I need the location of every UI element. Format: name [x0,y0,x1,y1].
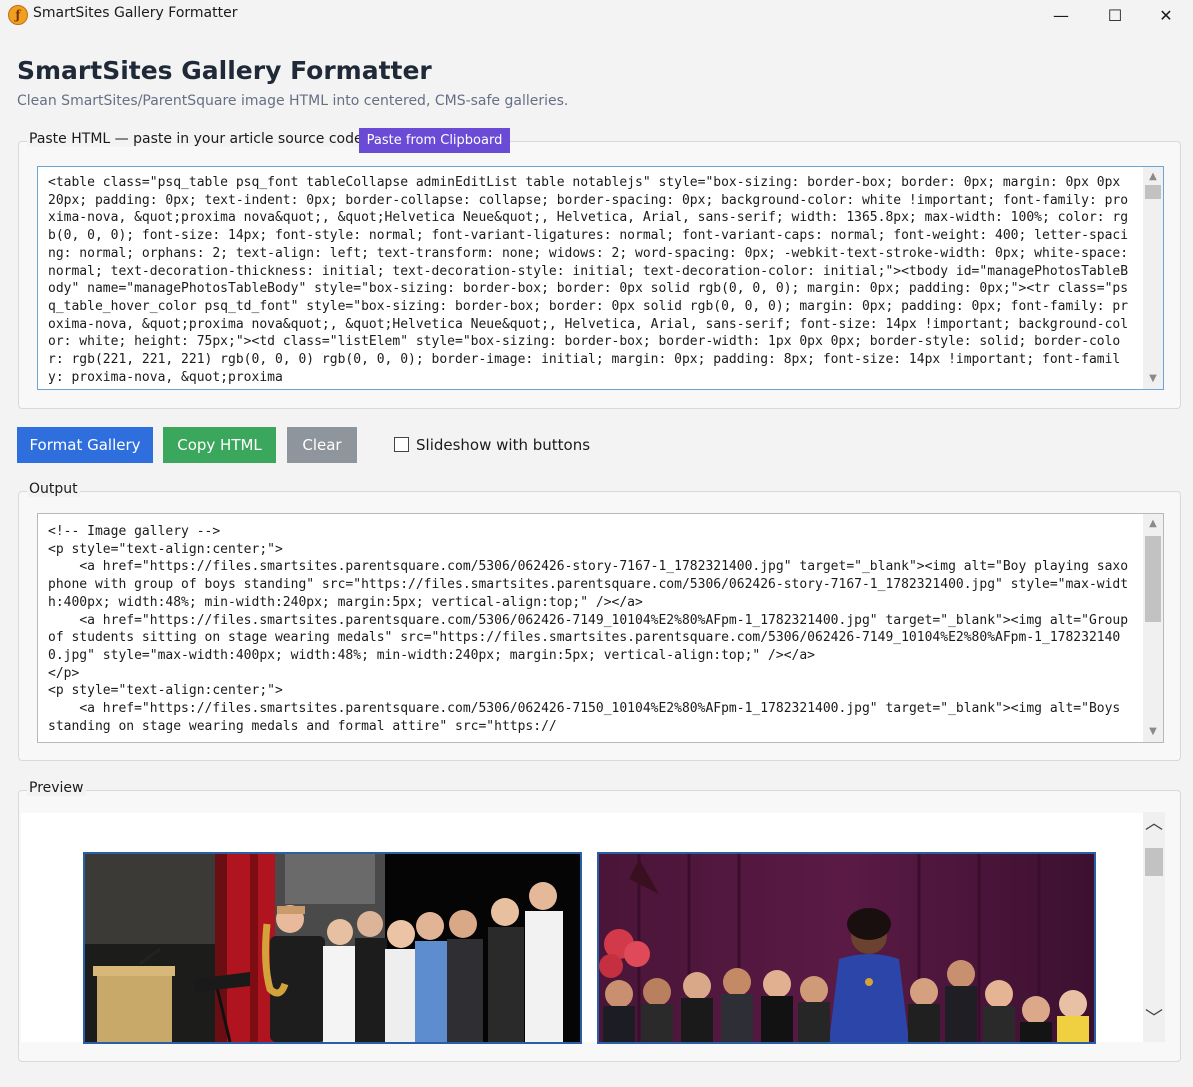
medals-photo-graphic [599,854,1094,1042]
chevron-down-icon[interactable]: ﹀ [1145,1010,1163,1028]
preview-scrollbar[interactable]: ︿ ﹀ [1143,812,1165,1042]
scroll-down-icon[interactable]: ▼ [1143,373,1163,385]
slideshow-label: Slideshow with buttons [416,436,591,454]
copy-html-button[interactable]: Copy HTML [163,427,276,463]
format-gallery-button[interactable]: Format Gallery [17,427,153,463]
page-subtitle: Clean SmartSites/ParentSquare image HTML… [17,93,569,109]
page-title: SmartSites Gallery Formatter [17,56,432,85]
scroll-up-icon[interactable]: ▲ [1143,171,1163,183]
preview-scroll-thumb[interactable] [1145,848,1163,876]
output-scroll-thumb[interactable] [1145,536,1161,622]
app-icon: ƒ [8,5,28,25]
preview-image-medals[interactable] [597,852,1096,1044]
paste-from-clipboard-button[interactable]: Paste from Clipboard [359,128,510,153]
slideshow-checkbox[interactable] [394,437,409,452]
preview-label: Preview [27,780,86,796]
paste-html-label: Paste HTML — paste in your article sourc… [27,131,365,147]
html-input-content: <table class="psq_table psq_font tableCo… [48,175,1129,385]
output-textarea[interactable]: <!-- Image gallery --> <p style="text-al… [37,513,1164,743]
saxophone-photo-graphic [85,854,580,1042]
window-titlebar: ƒ SmartSites Gallery Formatter — ☐ ✕ [0,0,1193,30]
output-scrollbar[interactable]: ▲ ▼ [1143,514,1163,742]
output-content: <!-- Image gallery --> <p style="text-al… [48,524,1129,734]
scroll-down-icon[interactable]: ▼ [1143,726,1163,738]
html-input-textarea[interactable]: <table class="psq_table psq_font tableCo… [37,166,1164,390]
minimize-button[interactable]: — [1034,0,1088,30]
output-label: Output [27,481,80,497]
maximize-button[interactable]: ☐ [1088,0,1142,30]
input-scroll-thumb[interactable] [1145,185,1161,199]
window-title: SmartSites Gallery Formatter [33,5,238,21]
scroll-up-icon[interactable]: ▲ [1143,518,1163,530]
preview-image-saxophone[interactable] [83,852,582,1044]
input-scrollbar[interactable]: ▲ ▼ [1143,167,1163,389]
chevron-up-icon[interactable]: ︿ [1145,815,1163,833]
clear-button[interactable]: Clear [287,427,357,463]
close-button[interactable]: ✕ [1139,0,1193,30]
